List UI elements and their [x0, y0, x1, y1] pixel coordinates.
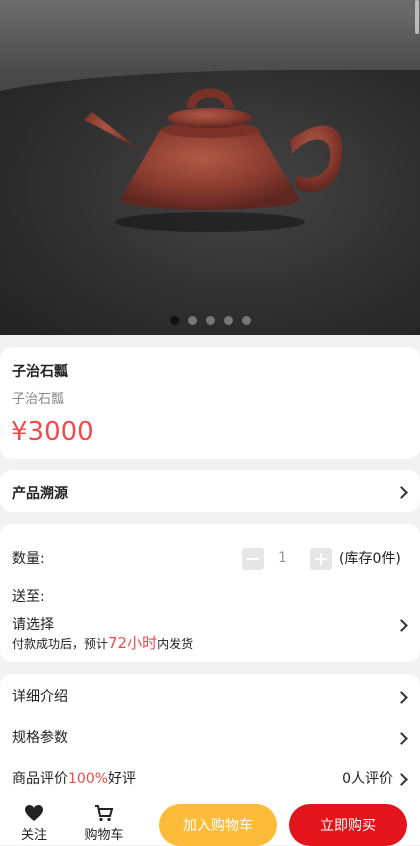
chevron-right-icon	[395, 732, 408, 745]
shopping-cart-icon	[95, 805, 114, 822]
cart-tab[interactable]: 购物车	[74, 804, 134, 843]
stock-text: (库存0件)	[339, 551, 401, 567]
pager-dot[interactable]	[187, 316, 197, 325]
review-rate: 100%	[68, 771, 109, 787]
product-title: 子治石瓢	[12, 364, 68, 380]
bottom-action-bar: 关注 购物车 加入购物车 立即购买	[0, 800, 420, 846]
quantity-increase-button[interactable]	[310, 548, 332, 570]
shipping-note-prefix: 付款成功后，预计	[12, 637, 109, 651]
quantity-value[interactable]: 1	[278, 550, 287, 566]
ship-to-label: 送至:	[12, 589, 45, 605]
heart-icon	[25, 805, 43, 821]
pager-dot-active[interactable]	[169, 316, 179, 325]
trace-row[interactable]: 产品溯源	[0, 470, 420, 512]
quantity-label: 数量:	[12, 551, 45, 567]
quantity-decrease-button[interactable]	[242, 548, 264, 570]
shipping-note-suffix: 内发货	[157, 637, 194, 651]
product-info-card: 子治石瓢 子治石瓢 ¥3000	[0, 347, 420, 459]
product-subtitle: 子治石瓢	[12, 392, 65, 407]
product-price: ¥3000	[11, 417, 94, 447]
cart-label: 购物车	[84, 828, 124, 843]
chevron-right-icon	[395, 773, 408, 786]
favorite-tab[interactable]: 关注	[4, 804, 64, 843]
trace-label: 产品溯源	[12, 486, 68, 502]
chevron-right-icon[interactable]	[395, 619, 408, 632]
product-image-carousel[interactable]	[0, 0, 420, 335]
pager-dot[interactable]	[223, 316, 233, 325]
carousel-pager	[0, 316, 420, 325]
purchase-options-card: 数量: 1 (库存0件) 送至: 请选择 付款成功后，预计72小时内发货	[0, 524, 420, 662]
product-info-links-card: 详细介绍 规格参数 商品评价100%好评 0人评价	[0, 674, 420, 814]
pager-dot[interactable]	[205, 316, 215, 325]
review-summary[interactable]: 商品评价100%好评	[12, 768, 136, 788]
review-prefix: 商品评价	[12, 771, 68, 787]
favorite-label: 关注	[20, 828, 47, 843]
add-to-cart-button[interactable]: 加入购物车	[159, 804, 277, 846]
scrollbar[interactable]	[415, 0, 419, 34]
pager-dot[interactable]	[241, 316, 251, 325]
review-count[interactable]: 0人评价	[342, 768, 393, 788]
spec-params-row[interactable]: 规格参数	[12, 727, 68, 747]
detail-intro-row[interactable]: 详细介绍	[12, 686, 68, 706]
review-suffix: 好评	[108, 771, 137, 787]
chevron-right-icon	[395, 691, 408, 704]
shipping-note: 付款成功后，预计72小时内发货	[12, 632, 193, 653]
chevron-right-icon	[395, 486, 408, 499]
shipping-note-hours: 72小时	[108, 634, 158, 652]
address-select[interactable]: 请选择	[12, 614, 54, 634]
teapot-image	[84, 88, 343, 232]
buy-now-button[interactable]: 立即购买	[289, 804, 407, 846]
